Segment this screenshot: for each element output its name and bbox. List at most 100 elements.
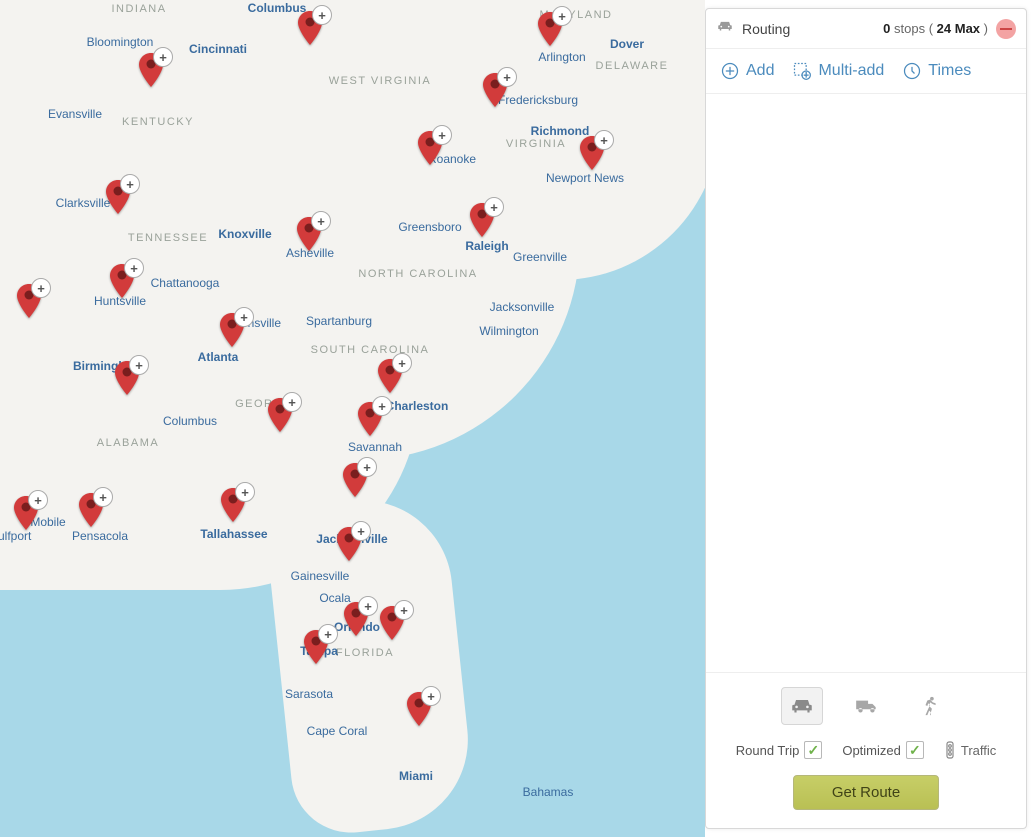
map-pin[interactable]: + xyxy=(344,602,368,636)
map-pin[interactable]: + xyxy=(418,131,442,165)
checkbox-icon xyxy=(906,741,924,759)
checkbox-icon xyxy=(804,741,822,759)
sidebar-actions: Add Multi-add Times xyxy=(706,49,1026,94)
map-pin[interactable]: + xyxy=(268,398,292,432)
map-pin[interactable]: + xyxy=(380,606,404,640)
map-pin[interactable]: + xyxy=(220,313,244,347)
stops-list xyxy=(706,94,1026,672)
map-pin[interactable]: + xyxy=(106,180,130,214)
plus-icon: + xyxy=(93,487,113,507)
city-label: Miami xyxy=(399,769,433,783)
mode-truck-button[interactable] xyxy=(847,688,887,724)
city-label: Gainesville xyxy=(291,569,350,583)
map-pin[interactable]: + xyxy=(110,264,134,298)
city-label: Savannah xyxy=(348,440,402,454)
plus-icon: + xyxy=(234,307,254,327)
state-label: TENNESSEE xyxy=(128,232,208,244)
city-label: Pensacola xyxy=(72,529,128,543)
city-label: Wilmington xyxy=(479,324,538,338)
round-trip-checkbox[interactable]: Round Trip xyxy=(736,741,823,759)
map-pin[interactable]: + xyxy=(298,11,322,45)
times-button[interactable]: Times xyxy=(902,61,971,81)
city-label: Columbus xyxy=(163,414,217,428)
plus-icon: + xyxy=(421,686,441,706)
map-pin[interactable]: + xyxy=(470,203,494,237)
plus-icon: + xyxy=(484,197,504,217)
map-canvas[interactable]: INDIANAMARYLANDWEST VIRGINIADELAWAREKENT… xyxy=(0,0,705,837)
car-icon xyxy=(716,17,734,40)
city-label: Gulfport xyxy=(0,529,31,543)
multi-add-button[interactable]: Multi-add xyxy=(792,61,884,81)
plus-icon: + xyxy=(432,125,452,145)
routing-sidebar: Routing 0 stops ( 24 Max ) Add Multi-add… xyxy=(705,8,1027,829)
state-label: NORTH CAROLINA xyxy=(358,268,477,280)
map-pin[interactable]: + xyxy=(378,359,402,393)
get-route-button[interactable]: Get Route xyxy=(793,775,939,810)
map-pin[interactable]: + xyxy=(115,361,139,395)
plus-icon: + xyxy=(311,211,331,231)
map-pin[interactable]: + xyxy=(337,527,361,561)
plus-icon: + xyxy=(129,355,149,375)
city-label: Greensboro xyxy=(398,220,461,234)
map-pin[interactable]: + xyxy=(221,488,245,522)
plus-icon: + xyxy=(594,130,614,150)
plus-icon: + xyxy=(124,258,144,278)
collapse-button[interactable] xyxy=(996,19,1016,39)
city-label: Dover xyxy=(610,37,644,51)
map-pin[interactable]: + xyxy=(580,136,604,170)
traffic-toggle[interactable]: Traffic xyxy=(944,741,996,759)
plus-icon: + xyxy=(318,624,338,644)
map-pin[interactable]: + xyxy=(304,630,328,664)
travel-mode-group xyxy=(781,687,951,725)
state-label: VIRGINIA xyxy=(506,138,566,150)
map-pin[interactable]: + xyxy=(483,73,507,107)
city-label: Raleigh xyxy=(465,239,508,253)
city-label: Charleston xyxy=(386,399,449,413)
plus-icon: + xyxy=(31,278,51,298)
stops-counter: 0 stops ( 24 Max ) xyxy=(883,21,988,36)
sidebar-title: Routing xyxy=(742,21,790,37)
plus-icon: + xyxy=(372,396,392,416)
state-label: WEST VIRGINIA xyxy=(329,75,431,87)
state-label: DELAWARE xyxy=(596,60,669,72)
plus-icon: + xyxy=(552,6,572,26)
plus-icon: + xyxy=(153,47,173,67)
state-label: KENTUCKY xyxy=(122,116,194,128)
mode-walk-button[interactable] xyxy=(911,688,951,724)
sidebar-header: Routing 0 stops ( 24 Max ) xyxy=(706,9,1026,49)
city-label: Cape Coral xyxy=(307,724,368,738)
add-stop-button[interactable]: Add xyxy=(720,61,774,81)
city-label: Chattanooga xyxy=(151,276,220,290)
city-label: Bahamas xyxy=(523,785,574,799)
city-label: Tallahassee xyxy=(200,527,267,541)
plus-icon: + xyxy=(28,490,48,510)
sidebar-footer: Round Trip Optimized Traffic Get Route xyxy=(706,672,1026,828)
city-label: Jacksonville xyxy=(490,300,555,314)
plus-icon: + xyxy=(312,5,332,25)
state-label: SOUTH CAROLINA xyxy=(311,344,430,356)
city-label: Knoxville xyxy=(218,227,271,241)
map-pin[interactable]: + xyxy=(538,12,562,46)
plus-icon: + xyxy=(235,482,255,502)
map-pin[interactable]: + xyxy=(17,284,41,318)
map-pin[interactable]: + xyxy=(14,496,38,530)
map-pin[interactable]: + xyxy=(297,217,321,251)
city-label: Bloomington xyxy=(87,35,154,49)
city-label: Arlington xyxy=(538,50,585,64)
map-pin[interactable]: + xyxy=(343,463,367,497)
map-pin[interactable]: + xyxy=(79,493,103,527)
city-label: Newport News xyxy=(546,171,624,185)
plus-icon: + xyxy=(358,596,378,616)
city-label: Cincinnati xyxy=(189,42,247,56)
city-label: Greenville xyxy=(513,250,567,264)
optimized-checkbox[interactable]: Optimized xyxy=(842,741,924,759)
city-label: Spartanburg xyxy=(306,314,372,328)
plus-icon: + xyxy=(120,174,140,194)
plus-icon: + xyxy=(357,457,377,477)
map-pin[interactable]: + xyxy=(139,53,163,87)
map-pin[interactable]: + xyxy=(407,692,431,726)
plus-icon: + xyxy=(392,353,412,373)
route-options: Round Trip Optimized Traffic xyxy=(736,741,997,759)
map-pin[interactable]: + xyxy=(358,402,382,436)
mode-car-button[interactable] xyxy=(781,687,823,725)
